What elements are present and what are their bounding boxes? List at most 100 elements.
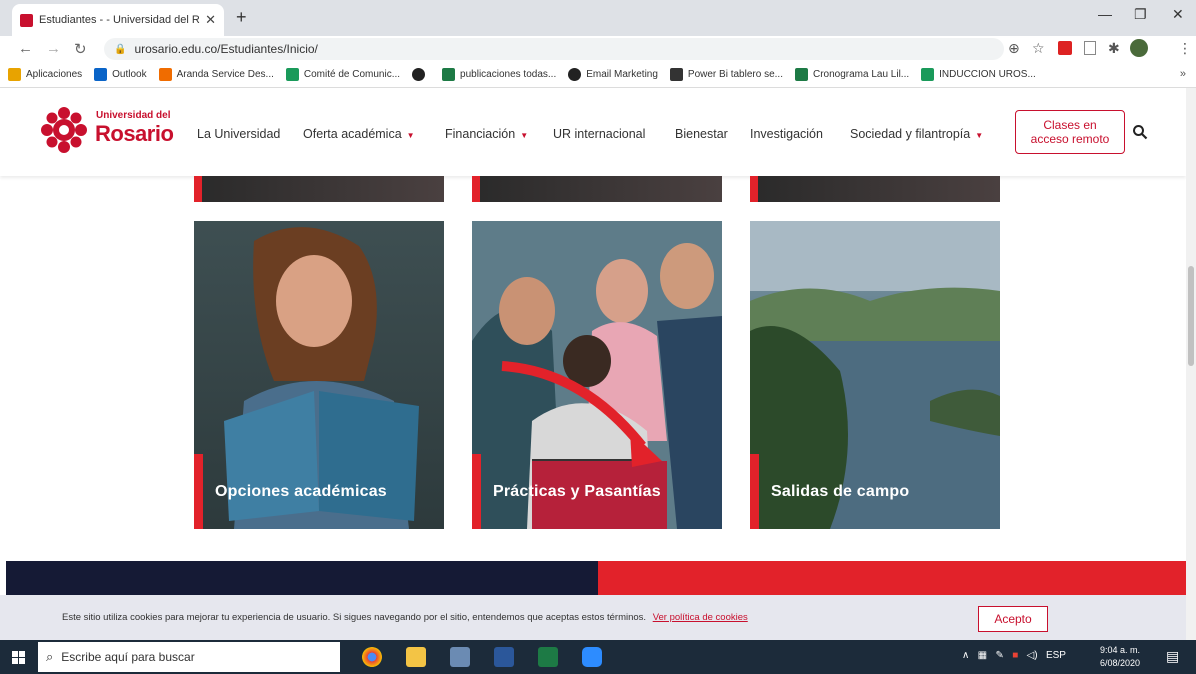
- bookmarks-overflow-icon[interactable]: »: [1180, 68, 1186, 80]
- remote-classes-button[interactable]: Clases en acceso remoto: [1015, 110, 1125, 154]
- volume-icon[interactable]: ◁): [1027, 650, 1038, 661]
- browser-toolbar: ← → ↻ 🔒 urosario.edu.co/Estudiantes/Inic…: [0, 36, 1196, 62]
- excel-icon: [794, 68, 808, 81]
- browser-tab[interactable]: Estudiantes - - Universidad del R ✕: [12, 4, 224, 36]
- tab-title: Estudiantes - - Universidad del R: [39, 14, 200, 26]
- bookmark-item[interactable]: Aranda Service Des...: [158, 68, 274, 81]
- partial-card-1[interactable]: [194, 176, 444, 202]
- language-indicator[interactable]: ESP: [1046, 650, 1066, 661]
- footer-banner-red: [598, 561, 1186, 595]
- bookmark-item[interactable]: Aplicaciones: [8, 68, 82, 81]
- windows-start-icon[interactable]: [12, 651, 25, 664]
- profile-avatar[interactable]: [1130, 39, 1148, 57]
- nav-item-label: Oferta académica: [303, 127, 402, 141]
- bookmark-item[interactable]: Email Marketing: [568, 68, 658, 81]
- chevron-down-icon: ▼: [520, 131, 529, 140]
- github-icon: [568, 68, 582, 81]
- nav-item[interactable]: Oferta académica ▼: [303, 127, 415, 141]
- cookie-notice: Este sitio utiliza cookies para mejorar …: [0, 595, 1186, 640]
- taskbar-clock[interactable]: 9:04 a. m. 6/08/2020: [1100, 644, 1140, 670]
- nav-item-label: Bienestar: [675, 127, 728, 141]
- remote-button-line2: acceso remoto: [1030, 132, 1110, 146]
- scrollbar-thumb[interactable]: [1188, 266, 1194, 366]
- forward-icon[interactable]: →: [46, 40, 61, 57]
- browser-tab-strip: Estudiantes - - Universidad del R ✕ + — …: [0, 0, 1196, 36]
- bookmarks-bar: Aplicaciones Outlook Aranda Service Des...…: [0, 62, 1196, 88]
- pen-icon[interactable]: ✎: [995, 650, 1003, 661]
- partial-card-2[interactable]: [472, 176, 722, 202]
- sheets-icon: [921, 68, 935, 81]
- clock-date: 6/08/2020: [1100, 658, 1141, 668]
- chevron-down-icon: ▼: [975, 131, 984, 140]
- zoom-icon[interactable]: ⊕: [1008, 40, 1020, 57]
- nav-item[interactable]: Investigación: [750, 127, 823, 141]
- apps-grid-icon: [8, 68, 21, 81]
- cookie-text: Este sitio utiliza cookies para mejorar …: [62, 612, 647, 623]
- app-tray-icon[interactable]: ■: [1012, 650, 1018, 661]
- nav-item-label: Investigación: [750, 127, 823, 141]
- minimize-icon[interactable]: —: [1098, 6, 1112, 22]
- chevron-down-icon: ▼: [406, 131, 415, 140]
- accept-cookies-button[interactable]: Acepto: [978, 606, 1048, 632]
- zoom-app-icon[interactable]: [582, 647, 602, 667]
- file-explorer-icon[interactable]: [406, 647, 426, 667]
- chevron-up-icon[interactable]: ∧: [962, 650, 969, 661]
- bookmark-star-icon[interactable]: ☆: [1032, 40, 1045, 57]
- nav-item[interactable]: UR internacional: [553, 127, 645, 141]
- system-tray: ∧ ▦ ✎ ■ ◁) ESP: [962, 650, 1066, 661]
- nav-item[interactable]: Bienestar: [675, 127, 728, 141]
- back-icon[interactable]: ←: [18, 40, 33, 57]
- reload-icon[interactable]: ↻: [74, 40, 87, 58]
- github-icon: [412, 68, 426, 81]
- card-practicas-pasantias[interactable]: Prácticas y Pasantías: [472, 221, 722, 529]
- card-opciones-academicas[interactable]: Opciones académicas: [194, 221, 444, 529]
- word-icon[interactable]: [494, 647, 514, 667]
- bookmark-label: Power Bi tablero se...: [687, 69, 783, 80]
- bookmark-item[interactable]: [412, 68, 430, 81]
- windows-taskbar: ⌕ Escribe aquí para buscar ∧ ▦ ✎ ■ ◁) ES…: [0, 640, 1196, 674]
- bookmark-item[interactable]: publicaciones todas...: [442, 68, 556, 81]
- new-tab-icon[interactable]: +: [236, 7, 247, 28]
- bookmark-item[interactable]: Power Bi tablero se...: [669, 68, 783, 81]
- excel-icon: [442, 68, 456, 81]
- taskbar-search-box[interactable]: ⌕ Escribe aquí para buscar: [38, 642, 340, 672]
- app-taskbar-icon[interactable]: [450, 647, 470, 667]
- close-window-icon[interactable]: ✕: [1172, 6, 1184, 23]
- extension-doc-icon[interactable]: [1084, 41, 1096, 55]
- restore-icon[interactable]: ❐: [1134, 6, 1147, 23]
- excel-icon[interactable]: [538, 647, 558, 667]
- partial-card-3[interactable]: [750, 176, 1000, 202]
- bookmark-item[interactable]: INDUCCION UROS...: [921, 68, 1036, 81]
- notifications-icon[interactable]: ▤: [1166, 648, 1179, 665]
- logo-text-rosario[interactable]: Rosario: [95, 121, 174, 147]
- site-header: Universidad del Rosario Clases en acceso…: [0, 88, 1186, 176]
- logo-text-small: Universidad del: [96, 110, 171, 121]
- chrome-taskbar-icon[interactable]: [362, 647, 382, 667]
- card-salidas-de-campo[interactable]: Salidas de campo: [750, 221, 1000, 529]
- bookmark-item[interactable]: Cronograma Lau Lil...: [794, 68, 910, 81]
- bookmark-label: publicaciones todas...: [460, 69, 557, 80]
- nav-item-label: UR internacional: [553, 127, 646, 141]
- footer-banner-navy: [6, 561, 598, 595]
- cookie-message: Este sitio utiliza cookies para mejorar …: [62, 612, 748, 623]
- bookmark-item[interactable]: Outlook: [94, 68, 147, 81]
- card-label: Salidas de campo: [771, 483, 910, 500]
- menu-kebab-icon[interactable]: ⋮: [1178, 40, 1192, 57]
- bookmark-label: Email Marketing: [586, 69, 658, 80]
- address-bar[interactable]: 🔒 urosario.edu.co/Estudiantes/Inicio/: [104, 38, 1004, 60]
- card-label: Prácticas y Pasantías: [493, 483, 661, 500]
- extensions-puzzle-icon[interactable]: ✱: [1108, 40, 1120, 57]
- university-emblem-icon[interactable]: [38, 104, 90, 156]
- nav-item[interactable]: Sociedad y filantropía ▼: [850, 127, 983, 141]
- search-icon[interactable]: [1132, 124, 1148, 140]
- extension-red-icon[interactable]: [1058, 41, 1072, 55]
- site-favicon-icon: [20, 13, 33, 27]
- nav-item[interactable]: La Universidad: [197, 127, 280, 141]
- bookmark-item[interactable]: Comité de Comunic...: [285, 68, 400, 81]
- network-icon[interactable]: ▦: [978, 650, 987, 661]
- remote-button-line1: Clases en: [1043, 118, 1097, 132]
- nav-item[interactable]: Financiación ▼: [445, 127, 528, 141]
- close-tab-icon[interactable]: ✕: [205, 12, 216, 28]
- cookie-policy-link[interactable]: Ver política de cookies: [653, 612, 748, 623]
- bookmark-label: Cronograma Lau Lil...: [812, 69, 910, 80]
